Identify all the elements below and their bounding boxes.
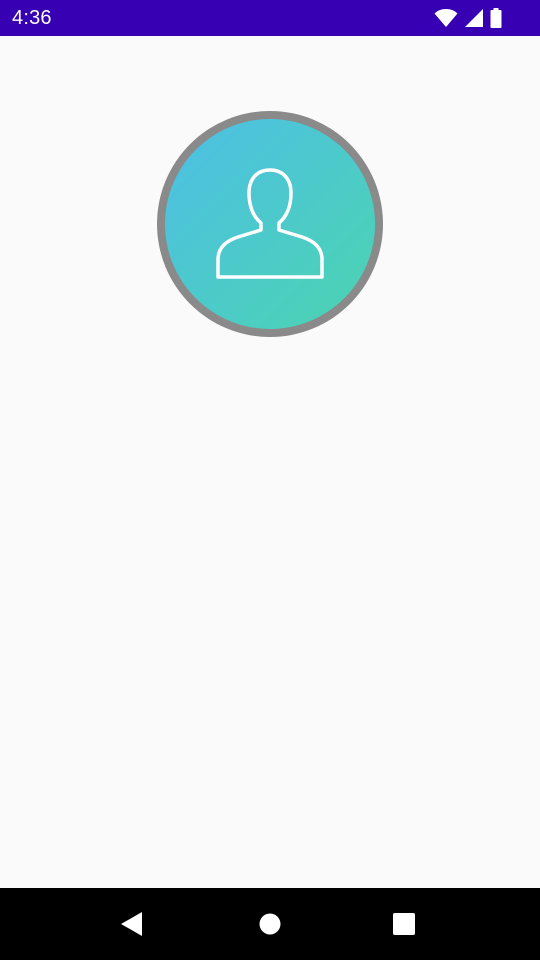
profile-avatar[interactable] xyxy=(157,111,383,337)
status-icons xyxy=(434,6,502,30)
main-content xyxy=(0,36,540,888)
avatar-circle xyxy=(165,119,375,329)
status-bar: 4:36 xyxy=(0,0,540,36)
status-time: 4:36 xyxy=(12,7,52,29)
wifi-icon xyxy=(434,9,458,27)
navigation-bar xyxy=(0,888,540,960)
battery-icon xyxy=(490,8,502,28)
back-icon xyxy=(121,912,142,936)
home-button[interactable] xyxy=(252,906,288,942)
recents-button[interactable] xyxy=(386,906,422,942)
home-icon xyxy=(259,913,281,935)
back-button[interactable] xyxy=(114,906,150,942)
cell-signal-icon xyxy=(465,9,483,27)
person-outline-icon xyxy=(216,168,324,279)
recents-icon xyxy=(393,913,415,935)
